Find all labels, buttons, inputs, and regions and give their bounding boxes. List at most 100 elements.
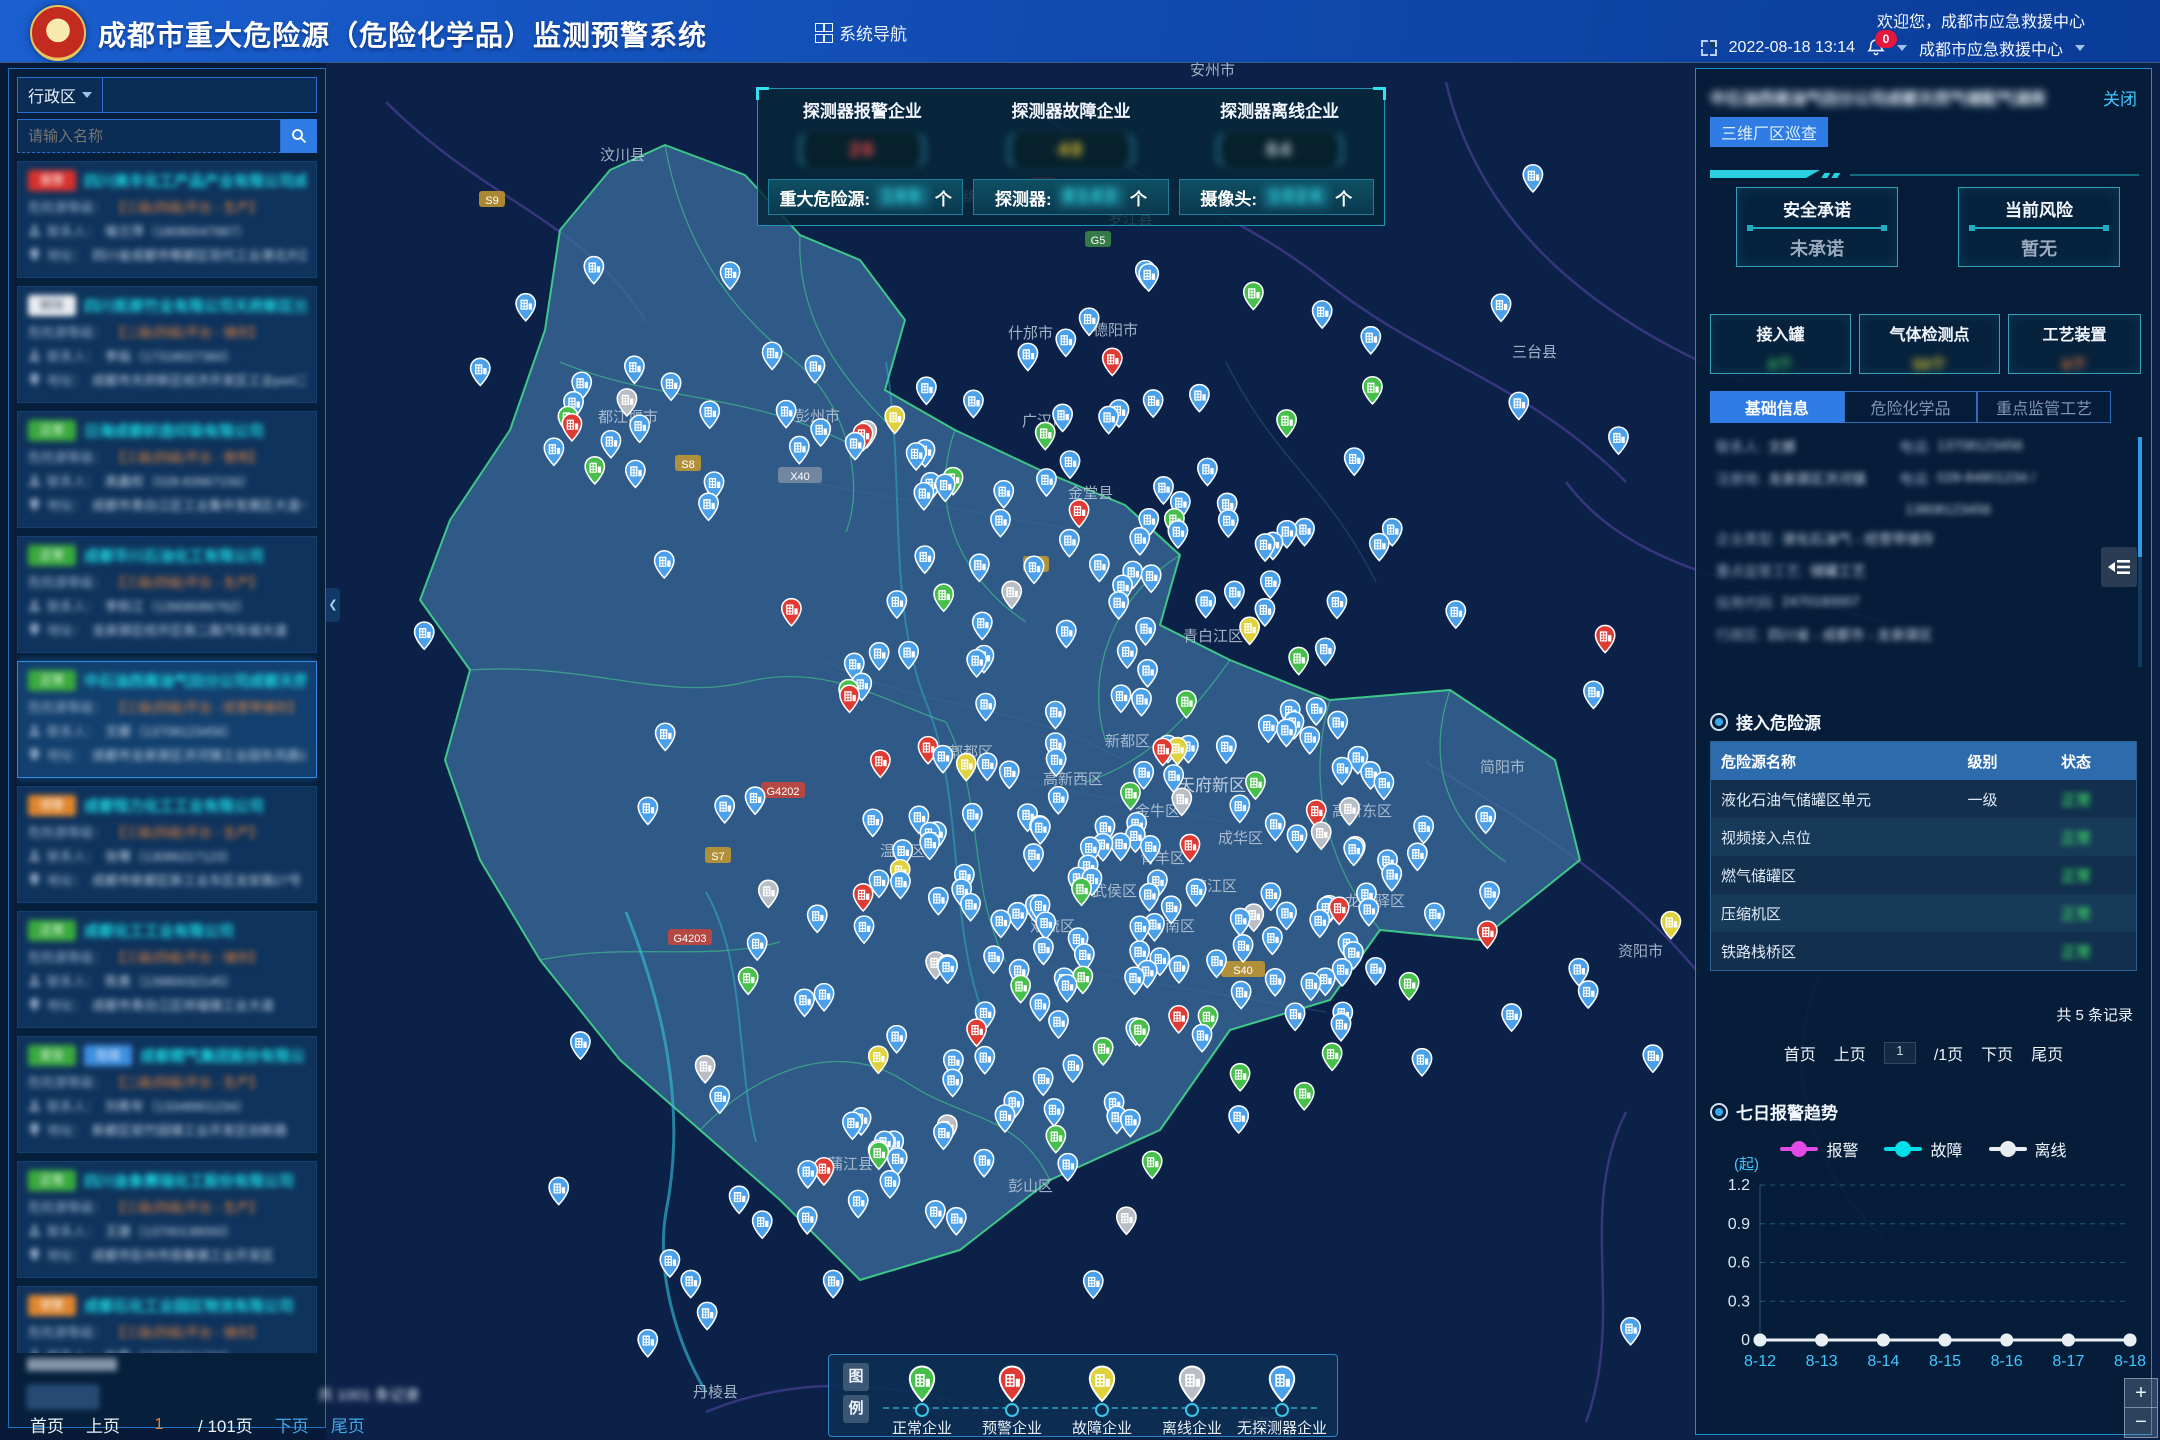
- legend-item-预警企业[interactable]: 预警企业: [967, 1359, 1057, 1432]
- hazard-level-row: 危险源等级：【二级(四级)平台 - 生产】: [28, 1072, 306, 1091]
- zoom-out-button[interactable]: −: [2124, 1408, 2158, 1438]
- company-list-item[interactable]: 预警成都恒力化工工业有限公司危险源等级：【三级(四级)平台 - 生产】联系人：张…: [17, 786, 317, 903]
- address-row: 地址：新都区斑竹园镇工业开发区创新路: [28, 1120, 306, 1139]
- panel-collapse-button[interactable]: [2101, 547, 2137, 587]
- table-first-page[interactable]: 首页: [1784, 1041, 1816, 1065]
- map-label-资阳市: 资阳市: [1618, 943, 1663, 960]
- patrol-3d-button[interactable]: 三维厂区巡查: [1710, 117, 1828, 147]
- status-badge: 正常: [28, 1170, 76, 1191]
- table-row[interactable]: 液化石油气储罐区单元一级正常: [1711, 780, 2136, 818]
- legend-item-故障企业[interactable]: 故障企业: [1057, 1359, 1147, 1432]
- records-count-text: 共 1001 条记录: [318, 1384, 420, 1405]
- company-list-item[interactable]: 正常四川金象赛瑞化工股份有限公司危险源等级：【三级(四级)平台 - 生产】联系人…: [17, 1161, 317, 1278]
- company-list-item[interactable]: 解除四川炬原竹业有限公司天府新区分公司危险源等级：【二级(四级)平台 - 储存】…: [17, 286, 317, 403]
- status-badge: 正常: [28, 420, 76, 441]
- company-list-item[interactable]: 报警四川美丰化工产品产业有限公司成都融创分公司危险源等级：【三级(四级)平台 -…: [17, 161, 317, 278]
- hazard-section-header: 接入危险源: [1710, 709, 1821, 734]
- info-row: 重点监管工艺:储罐工艺: [1716, 561, 2105, 581]
- legend-item-正常企业[interactable]: 正常企业: [877, 1359, 967, 1432]
- safety-promise-value: 未承诺: [1737, 235, 1897, 261]
- system-nav-button[interactable]: 系统导航: [815, 20, 907, 45]
- table-prev-page[interactable]: 上页: [1834, 1041, 1866, 1065]
- table-row[interactable]: 视频接入点位正常: [1711, 818, 2136, 856]
- svg-text:0.3: 0.3: [1728, 1293, 1750, 1310]
- sidebar-collapse-handle[interactable]: ❮: [326, 588, 340, 622]
- page-number-input[interactable]: 1: [142, 1416, 176, 1434]
- section-radio-icon: [1710, 713, 1728, 731]
- legend-node-icon: [1275, 1403, 1289, 1417]
- table-row[interactable]: 压缩机区正常: [1711, 894, 2136, 932]
- panel-scrollbar[interactable]: [2138, 437, 2142, 667]
- address-row: 地址：成都市青白江区祥福镇工业大道: [28, 995, 306, 1014]
- prev-page-button[interactable]: 上页: [86, 1412, 120, 1437]
- company-list-item[interactable]: 正常成都化工工业有限公司危险源等级：【三级(四级)平台 - 储存】联系人：陈勇（…: [17, 911, 317, 1028]
- contact-row: 联系人：陈勇（13980032145）: [28, 971, 306, 990]
- legend-item-无探测器企业[interactable]: 无探测器企业: [1237, 1359, 1327, 1432]
- trend-section-title: 七日报警趋势: [1736, 1099, 1838, 1124]
- status-badge: 正常: [28, 545, 76, 566]
- app-header: 成都市重大危险源（危险化学品）监测预警系统 系统导航 欢迎您，成都市应急救援中心…: [0, 0, 2160, 62]
- legend-node-icon: [1005, 1403, 1019, 1417]
- tab-基础信息[interactable]: 基础信息: [1710, 391, 1844, 423]
- page-size-select[interactable]: [27, 1385, 99, 1409]
- app-logo: [30, 5, 86, 61]
- table-row[interactable]: 燃气储罐区正常: [1711, 856, 2136, 894]
- info-cell: 行政区:四川省 - 成都市 - 龙泉驿区: [1716, 625, 2105, 645]
- company-list-item[interactable]: 安全在线成都燃气集团股份有限公司储配站危险源等级：【二级(四级)平台 - 生产】…: [17, 1036, 317, 1153]
- basic-info-section: 联系人:文娜电话:13708123456注册地:龙泉驿区洪河镇电话:028-84…: [1716, 437, 2105, 657]
- district-filter-input[interactable]: [103, 77, 317, 113]
- status-badge: 正常: [28, 670, 76, 691]
- next-page-button[interactable]: 下页: [275, 1412, 309, 1437]
- counter-unit: 个: [1130, 185, 1147, 210]
- contact-row: 联系人：李焰（17318027360）: [28, 346, 306, 365]
- legend-item-离线企业[interactable]: 离线企业: [1147, 1359, 1237, 1432]
- district-filter-dropdown[interactable]: 行政区: [17, 77, 103, 113]
- counter-label: 摄像头:: [1200, 185, 1257, 210]
- company-list-item[interactable]: 正常日海成都织造印染有限公司危险源等级：【三级(四级)平台 - 使用】联系人：高…: [17, 411, 317, 528]
- table-row[interactable]: 铁路栈桥区正常: [1711, 932, 2136, 970]
- status-badge: 解除: [28, 295, 76, 316]
- contact-row: 联系人：王建（13700138000）: [28, 1221, 306, 1240]
- table-last-page[interactable]: 尾页: [2031, 1041, 2063, 1065]
- tab-重点监管工艺[interactable]: 重点监管工艺: [1977, 391, 2111, 423]
- company-item-header: 预警成都恒力化工工业有限公司: [28, 795, 306, 816]
- search-button[interactable]: [281, 119, 317, 153]
- svg-text:S40: S40: [1233, 965, 1253, 977]
- info-cell: [1716, 501, 1891, 517]
- fullscreen-icon[interactable]: [1701, 40, 1717, 56]
- close-button[interactable]: 关闭: [2103, 85, 2137, 110]
- last-page-button[interactable]: 尾页: [331, 1412, 365, 1437]
- info-row: 注册地:龙泉驿区洪河镇电话:028-84801234 /: [1716, 469, 2105, 489]
- user-caret-icon[interactable]: [2075, 45, 2085, 51]
- safety-promise-label: 安全承诺: [1737, 196, 1897, 221]
- trend-radio-icon: [1710, 1103, 1728, 1121]
- map-label-丹棱县: 丹棱县: [693, 1384, 738, 1401]
- hazard-level-row: 危险源等级：【三级(四级)平台 - 储存】: [28, 947, 306, 966]
- enterprise-title: 中石油西南油气田分公司成都天然气储配气湖库: [1710, 85, 2090, 109]
- svg-text:0.9: 0.9: [1728, 1216, 1750, 1233]
- legend-node-icon: [1095, 1403, 1109, 1417]
- svg-text:0.6: 0.6: [1728, 1255, 1750, 1272]
- company-list-item[interactable]: 正常成都华川石油化工有限公司危险源等级：【三级(四级)平台 - 生产】联系人：李…: [17, 536, 317, 653]
- company-item-header: 正常中石油西南油气田分公司成都天然气储配气库: [28, 670, 306, 691]
- company-title: 中石油西南油气田分公司成都天然气储配气库: [84, 670, 306, 691]
- table-next-page[interactable]: 下页: [1981, 1041, 2013, 1065]
- counter-label: 探测器:: [995, 185, 1052, 210]
- legend-node-icon: [915, 1403, 929, 1417]
- district-filter-label: 行政区: [28, 83, 76, 107]
- svg-text:8-12: 8-12: [1744, 1353, 1776, 1370]
- table-page-input[interactable]: 1: [1884, 1042, 1916, 1064]
- bell-caret-icon[interactable]: [1897, 45, 1907, 51]
- info-cell: 联系人:文娜: [1716, 437, 1891, 457]
- company-list-item[interactable]: 正常中石油西南油气田分公司成都天然气储配气库危险源等级：【三级(四级)平台 - …: [17, 661, 317, 778]
- notification-bell-icon[interactable]: 0: [1867, 39, 1885, 57]
- tab-危险化学品[interactable]: 危险化学品: [1844, 391, 1978, 423]
- company-list-item[interactable]: 预警成都石化工业园区物流有限公司危险源等级：【三级(四级)平台 - 储存】联系人…: [17, 1286, 317, 1353]
- search-input[interactable]: [17, 119, 281, 153]
- zoom-in-button[interactable]: +: [2124, 1378, 2158, 1408]
- address-row: 地址：成都市青白江区工业集中发展区大道一段47号: [28, 495, 306, 514]
- contact-row: 联系人：高鑫权（028-83967156）: [28, 471, 306, 490]
- first-page-button[interactable]: 首页: [30, 1412, 64, 1437]
- trend-chart: 00.30.60.91.2(起)8-128-138-148-158-168-17…: [1702, 1155, 2147, 1410]
- user-name[interactable]: 成都市应急救援中心: [1919, 36, 2063, 60]
